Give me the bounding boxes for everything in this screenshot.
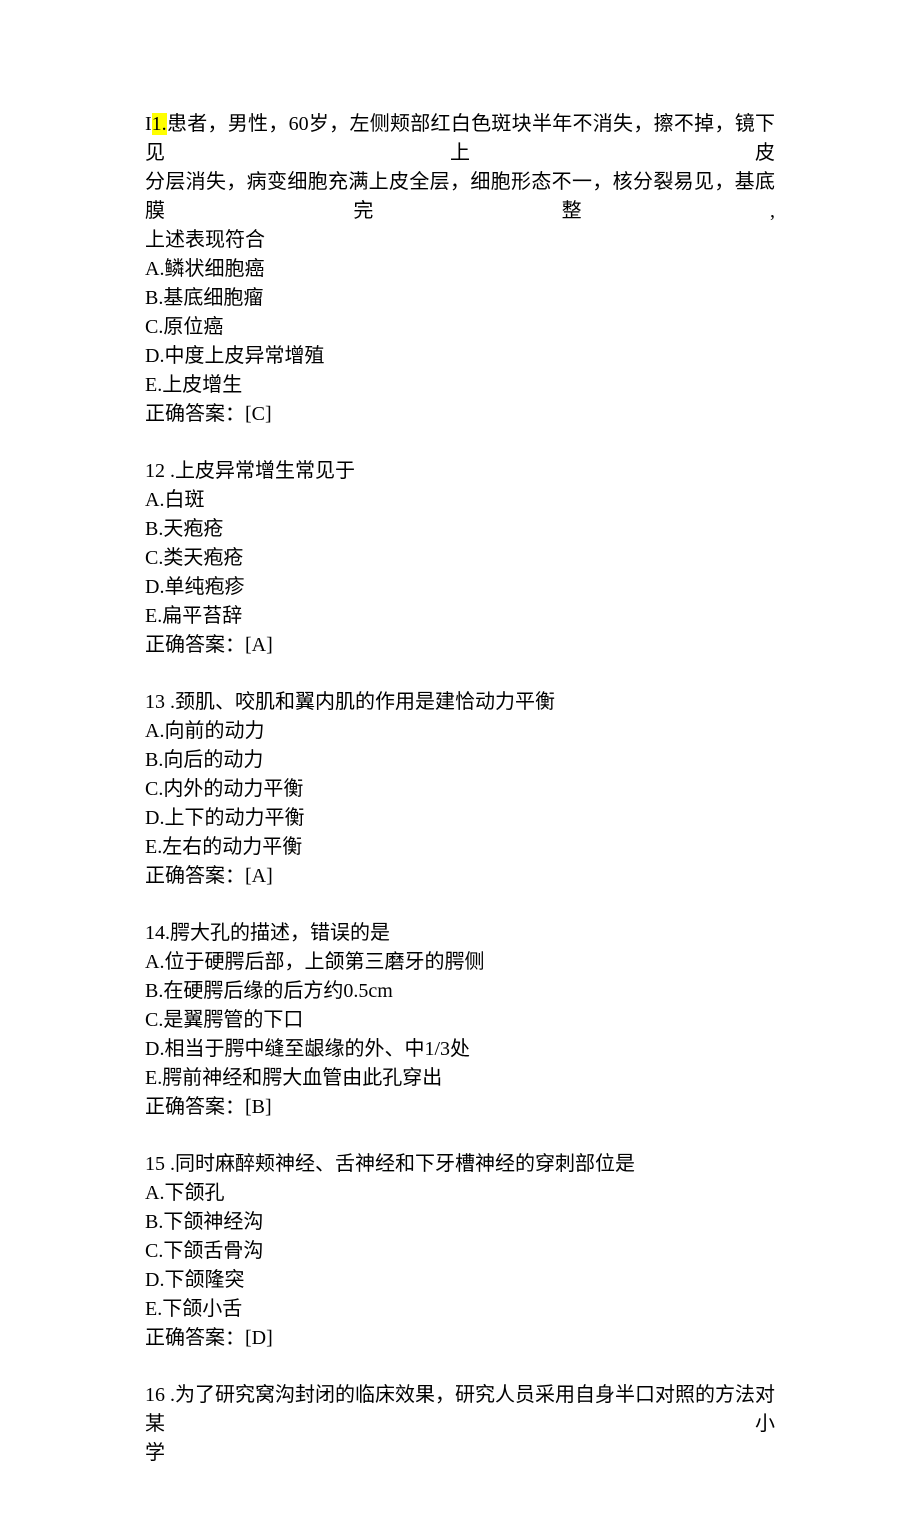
question-16-stem-line-1: 16 .为了研究窝沟封闭的临床效果，研究人员采用自身半口对照的方法对某小 — [145, 1381, 775, 1439]
question-11-answer: 正确答案：[C] — [145, 400, 775, 429]
question-11-stem-line-2: 分层消失，病变细胞充满上皮全层，细胞形态不一，核分裂易见，基底膜完整, — [145, 168, 775, 226]
question-13-stem: 13 .颈肌、咬肌和翼内肌的作用是建恰动力平衡 — [145, 688, 775, 717]
question-14-stem: 14.腭大孔的描述，错误的是 — [145, 919, 775, 948]
question-14: 14.腭大孔的描述，错误的是 A.位于硬腭后部，上颌第三磨牙的腭侧 B.在硬腭后… — [145, 919, 775, 1122]
question-11-option-e: E.上皮增生 — [145, 371, 775, 400]
question-11-prefix: I — [145, 113, 152, 135]
question-15-option-b: B.下颌神经沟 — [145, 1208, 775, 1237]
question-12-option-a: A.白斑 — [145, 486, 775, 515]
question-15-option-c: C.下颌舌骨沟 — [145, 1237, 775, 1266]
question-13-option-b: B.向后的动力 — [145, 746, 775, 775]
question-15-answer: 正确答案：[D] — [145, 1324, 775, 1353]
question-14-option-e: E.腭前神经和腭大血管由此孔穿出 — [145, 1064, 775, 1093]
question-11-option-c: C.原位癌 — [145, 313, 775, 342]
question-14-option-c: C.是翼腭管的下口 — [145, 1006, 775, 1035]
question-12-option-e: E.扁平苔辞 — [145, 602, 775, 631]
question-12-answer: 正确答案：[A] — [145, 631, 775, 660]
question-11-option-d: D.中度上皮异常增殖 — [145, 342, 775, 371]
question-11-stem-text-1: 患者，男性，60岁，左侧颊部红白色斑块半年不消失，擦不掉，镜下见上皮 — [145, 113, 775, 164]
question-15: 15 .同时麻醉颊神经、舌神经和下牙槽神经的穿刺部位是 A.下颌孔 B.下颌神经… — [145, 1150, 775, 1353]
question-11-option-b: B.基底细胞瘤 — [145, 284, 775, 313]
question-15-option-e: E.下颌小舌 — [145, 1295, 775, 1324]
question-13-option-a: A.向前的动力 — [145, 717, 775, 746]
question-16-stem-line-2: 学 — [145, 1439, 775, 1468]
question-14-option-a: A.位于硬腭后部，上颌第三磨牙的腭侧 — [145, 948, 775, 977]
question-12-option-b: B.天疱疮 — [145, 515, 775, 544]
question-15-stem: 15 .同时麻醉颊神经、舌神经和下牙槽神经的穿刺部位是 — [145, 1150, 775, 1179]
question-15-option-a: A.下颌孔 — [145, 1179, 775, 1208]
question-13-option-c: C.内外的动力平衡 — [145, 775, 775, 804]
question-11-stem-line-3: 上述表现符合 — [145, 226, 775, 255]
question-11: I1.患者，男性，60岁，左侧颊部红白色斑块半年不消失，擦不掉，镜下见上皮 分层… — [145, 110, 775, 429]
question-12: 12 .上皮异常增生常见于 A.白斑 B.天疱疮 C.类天疱疮 D.单纯疱疹 E… — [145, 457, 775, 660]
question-13-answer: 正确答案：[A] — [145, 862, 775, 891]
question-12-stem: 12 .上皮异常增生常见于 — [145, 457, 775, 486]
question-12-option-c: C.类天疱疮 — [145, 544, 775, 573]
question-13-option-d: D.上下的动力平衡 — [145, 804, 775, 833]
question-14-option-b: B.在硬腭后缘的后方约0.5cm — [145, 977, 775, 1006]
question-12-option-d: D.单纯疱疹 — [145, 573, 775, 602]
question-11-stem-line-1: I1.患者，男性，60岁，左侧颊部红白色斑块半年不消失，擦不掉，镜下见上皮 — [145, 110, 775, 168]
question-11-option-a: A.鳞状细胞癌 — [145, 255, 775, 284]
question-15-option-d: D.下颌隆突 — [145, 1266, 775, 1295]
question-16: 16 .为了研究窝沟封闭的临床效果，研究人员采用自身半口对照的方法对某小 学 — [145, 1381, 775, 1468]
question-14-option-d: D.相当于腭中缝至龈缘的外、中1/3处 — [145, 1035, 775, 1064]
question-14-answer: 正确答案：[B] — [145, 1093, 775, 1122]
question-11-number-highlight: 1. — [152, 113, 167, 135]
question-13: 13 .颈肌、咬肌和翼内肌的作用是建恰动力平衡 A.向前的动力 B.向后的动力 … — [145, 688, 775, 891]
question-13-option-e: E.左右的动力平衡 — [145, 833, 775, 862]
